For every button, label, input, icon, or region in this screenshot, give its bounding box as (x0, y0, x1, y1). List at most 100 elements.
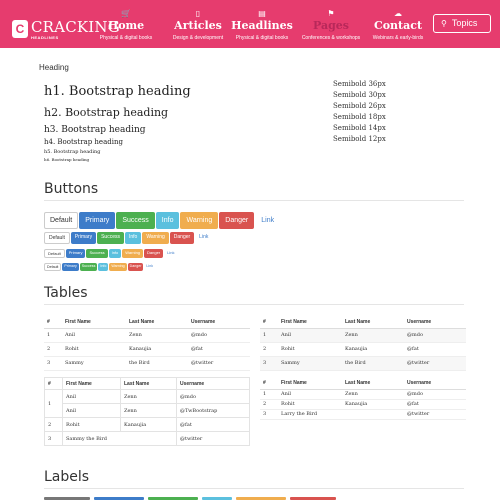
nav-item-subtitle: Design & development (172, 35, 224, 41)
info-button[interactable]: Info (98, 263, 109, 271)
table-row: 3 Larry the Bird @twitter (260, 409, 466, 420)
table-cell: 3 (44, 356, 62, 371)
danger-button[interactable]: Danger (144, 249, 164, 258)
nav-item-home[interactable]: 🛒 Home Physical & digital books (90, 9, 162, 42)
table-cell: Rohit (278, 342, 342, 357)
table-cell: the Bird (342, 356, 404, 371)
info-button[interactable]: Info (155, 212, 180, 229)
table-cell: @fat (404, 342, 466, 357)
danger-button[interactable]: Danger (127, 263, 144, 271)
table-cell: Kanaujia (342, 399, 404, 410)
topics-button[interactable]: ⚲ Topics (433, 14, 491, 33)
table-cell: the Bird (126, 356, 188, 371)
warning-button[interactable]: Warning (142, 232, 169, 244)
table-row: 1 Anil Zenn @mdo (260, 389, 466, 400)
button-row-large: Default Primary Success Info Warning Danger Li… (44, 212, 281, 231)
cart-icon: 🛒 (121, 9, 131, 18)
nav-item-contact[interactable]: ☁ Contact Webinars & early-birds (362, 10, 434, 42)
nav-item-subtitle: Webinars & early-birds (372, 35, 424, 41)
nav-item-title: Pages (313, 19, 349, 32)
table-header-row: # First Name Last Name Username (260, 377, 466, 390)
main-content: Heading h1. Bootstrap heading h2. Bootst… (38, 58, 468, 500)
warning-button[interactable]: Warning (109, 263, 127, 271)
table-cell: Sammy the Bird (62, 431, 177, 446)
link-button[interactable]: Link (144, 263, 155, 271)
primary-button[interactable]: Primary (62, 263, 79, 271)
table-cell: Zenn (126, 328, 188, 343)
buttons-section-title: Buttons (44, 181, 99, 197)
success-button[interactable]: Success (116, 212, 155, 229)
table-cell: 2 (260, 399, 278, 410)
nav-item-subtitle: Physical & digital books (99, 35, 153, 41)
default-button[interactable]: Default (44, 232, 70, 244)
primary-button[interactable]: Primary (79, 212, 116, 229)
table-cell: 1 (260, 389, 278, 400)
table-cell: 2 (44, 342, 62, 357)
condensed-table: # First Name Last Name Username 1 Anil Zenn @m… (260, 377, 466, 420)
table-cell: Kanaujia (126, 342, 188, 357)
size-label: Semibold 26px (333, 102, 386, 110)
default-button[interactable]: Default (44, 263, 62, 271)
success-button[interactable]: Success (79, 263, 98, 271)
table-cell: Rohit (62, 417, 121, 432)
nav-item-pages[interactable]: ⚑ Pages Conferences & workshops (295, 10, 367, 42)
heading-h6: h6. Bootstrap heading (44, 157, 90, 162)
info-button[interactable]: Info (108, 249, 122, 258)
success-button[interactable]: Success (86, 249, 108, 258)
col-header: Username (404, 377, 466, 390)
info-button[interactable]: Info (124, 232, 142, 244)
section-divider (44, 200, 464, 201)
top-navbar: C CRACKING HEADLINES 🛒 Home Physical & d… (0, 0, 500, 48)
labels-section-title: Labels (44, 469, 90, 485)
danger-button[interactable]: Danger (219, 212, 255, 229)
table-cell: @mdo (404, 389, 466, 400)
bordered-table: # First Name Last Name Username 1 Anil Zenn @m… (44, 377, 250, 446)
table-cell: @twitter (176, 431, 250, 446)
table-cell: Rohit (62, 342, 126, 357)
table-row: 1 Anil Zenn @mdo (44, 328, 250, 343)
table-cell: Sammy (62, 356, 126, 371)
table-row: 2 Rohit Kanaujia @fat (44, 342, 250, 357)
size-label: Semibold 12px (333, 135, 386, 143)
table-cell: Zenn (120, 403, 177, 418)
table-cell: Larry the Bird (278, 409, 404, 420)
link-button[interactable]: Link (195, 232, 212, 244)
link-button[interactable]: Link (164, 249, 177, 258)
table-row: 3 Sammy the Bird @twitter (260, 356, 466, 371)
brand-logo[interactable]: C (12, 20, 28, 38)
nav-item-title: Home (107, 19, 145, 32)
heading-h2: h2. Bootstrap heading (44, 106, 169, 119)
nav-item-headlines[interactable]: ▤ Headlines Physical & digital books (226, 10, 298, 42)
default-button[interactable]: Default (44, 212, 79, 229)
warning-button[interactable]: Warning (180, 212, 219, 229)
col-header: # (44, 377, 63, 390)
heading-section-label: Heading (39, 63, 69, 72)
success-button[interactable]: Success (97, 232, 124, 244)
col-header: Username (188, 316, 250, 329)
danger-button[interactable]: Danger (169, 232, 195, 244)
warning-button[interactable]: Warning (122, 249, 144, 258)
size-label: Semibold 36px (333, 80, 386, 88)
table-cell: @mdo (404, 328, 466, 343)
primary-button[interactable]: Primary (65, 249, 86, 258)
size-label: Semibold 14px (333, 124, 386, 132)
search-icon: ⚲ (441, 19, 447, 28)
heading-h3: h3. Bootstrap heading (44, 125, 146, 135)
primary-button[interactable]: Primary (70, 232, 97, 244)
table-row: 1 Anil Zenn @mdo (44, 389, 250, 418)
table-row: 1 Anil Zenn @mdo (260, 328, 466, 343)
table-cell: @twitter (404, 409, 466, 420)
col-header: Last Name (342, 377, 404, 390)
table-cell: @fat (404, 399, 466, 410)
section-divider (44, 304, 464, 305)
table-cell: 1 (44, 328, 62, 343)
table-cell: @fat (176, 417, 250, 432)
default-button[interactable]: Default (44, 249, 65, 258)
brand-subtitle: HEADLINES (31, 35, 59, 40)
col-header: First Name (278, 316, 342, 329)
table-header-row: # First Name Last Name Username (44, 316, 250, 329)
topics-label: Topics (451, 18, 478, 28)
nav-item-articles[interactable]: ▯ Articles Design & development (162, 10, 234, 42)
table-cell: Zenn (120, 389, 177, 404)
link-button[interactable]: Link (255, 212, 280, 229)
